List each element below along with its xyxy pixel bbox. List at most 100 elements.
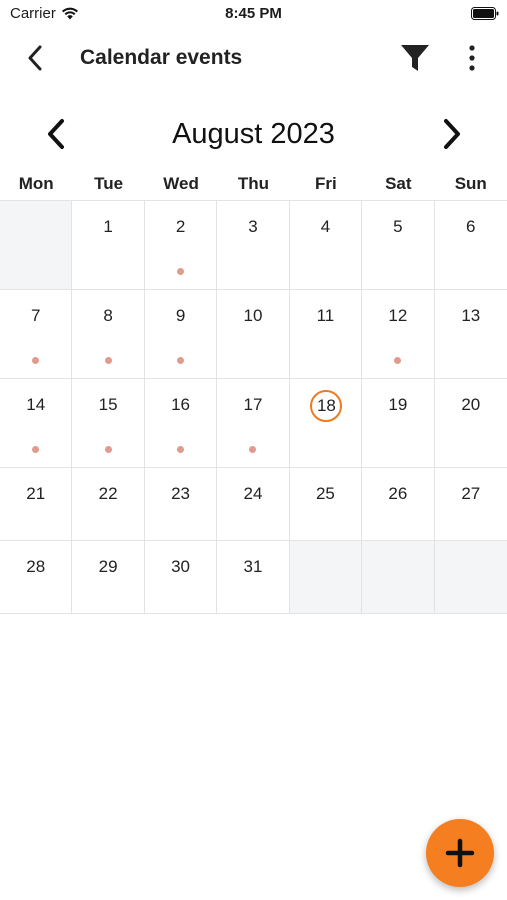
day-number: 10	[243, 306, 263, 325]
calendar-day-cell[interactable]: 11	[289, 290, 363, 379]
plus-icon	[445, 838, 475, 868]
today-day-number: 18	[310, 390, 343, 422]
weekday-label: Tue	[94, 174, 124, 193]
calendar-day-cell[interactable]: 19	[362, 379, 435, 468]
day-number: 16	[171, 395, 191, 414]
calendar-day-cell[interactable]: 24	[217, 468, 290, 541]
calendar-empty-cell	[434, 541, 507, 614]
back-button[interactable]	[20, 42, 50, 74]
calendar-day-cell[interactable]: 5	[362, 201, 435, 290]
day-number: 19	[388, 395, 408, 414]
filter-icon	[401, 45, 429, 71]
day-number: 13	[461, 306, 481, 325]
calendar-day-cell[interactable]: 22	[72, 468, 145, 541]
calendar-day-cell[interactable]: 23	[144, 468, 218, 541]
month-header: August 2023	[0, 110, 507, 162]
calendar-day-cell[interactable]: 2	[144, 201, 218, 290]
event-indicator-dot	[32, 446, 40, 453]
weekday-label: Sun	[454, 174, 487, 193]
day-number: 26	[388, 484, 408, 503]
day-number: 27	[461, 484, 481, 503]
weekday-label: Sat	[385, 174, 412, 193]
weekday-label: Wed	[163, 174, 199, 193]
calendar-day-cell[interactable]: 6	[434, 201, 507, 290]
add-event-button[interactable]	[426, 819, 494, 887]
status-time: 8:45 PM	[225, 5, 282, 22]
calendar-grid: 1 2 3 4 5 6 7 8 9 10 11 12 13 14 15 16 17 18 19 20 21 22 23 24 2…	[0, 200, 507, 614]
event-indicator-dot	[249, 446, 257, 453]
chevron-right-icon	[444, 119, 460, 149]
day-number: 31	[243, 557, 263, 576]
calendar-empty-cell	[362, 541, 435, 614]
calendar-day-cell[interactable]: 16	[144, 379, 218, 468]
more-vertical-icon	[469, 45, 475, 71]
calendar-day-cell[interactable]: 8	[72, 290, 145, 379]
day-number: 2	[175, 217, 186, 236]
day-number: 7	[30, 306, 41, 325]
day-number: 14	[26, 395, 46, 414]
event-indicator-dot	[104, 357, 112, 364]
next-month-button[interactable]	[434, 112, 470, 156]
calendar-day-cell[interactable]: 3	[217, 201, 290, 290]
calendar-day-cell[interactable]: 13	[434, 290, 507, 379]
calendar-day-cell[interactable]: 29	[72, 541, 145, 614]
calendar-day-cell[interactable]: 26	[362, 468, 435, 541]
calendar-empty-cell	[0, 201, 73, 290]
more-options-button[interactable]	[460, 40, 484, 76]
calendar-day-cell[interactable]: 27	[434, 468, 507, 541]
day-number: 20	[461, 395, 481, 414]
event-indicator-dot	[394, 357, 402, 364]
calendar-day-cell[interactable]: 17	[217, 379, 290, 468]
calendar-day-cell[interactable]: 14	[0, 379, 73, 468]
event-indicator-dot	[177, 446, 185, 453]
day-number: 1	[103, 217, 113, 236]
month-title: August 2023	[172, 118, 335, 150]
day-number: 17	[243, 395, 263, 414]
day-number: 3	[248, 217, 258, 236]
day-number: 28	[26, 557, 46, 576]
calendar-day-cell[interactable]: 12	[362, 290, 435, 379]
weekday-label: Mon	[18, 174, 54, 193]
weekday-label: Thu	[237, 174, 270, 193]
status-bar: Carrier 8:45 PM	[0, 0, 507, 28]
calendar-day-cell[interactable]: 18	[289, 379, 363, 468]
day-number: 15	[98, 395, 118, 414]
calendar-day-cell[interactable]: 1	[72, 201, 145, 290]
calendar-day-cell[interactable]: 21	[0, 468, 73, 541]
weekday-label: Fri	[315, 174, 337, 193]
day-number: 5	[393, 217, 403, 236]
day-number: 8	[103, 306, 113, 325]
calendar-day-cell[interactable]: 4	[289, 201, 363, 290]
battery-icon	[471, 7, 499, 20]
day-number: 6	[466, 217, 476, 236]
event-indicator-dot	[177, 268, 185, 275]
calendar-day-cell[interactable]: 20	[434, 379, 507, 468]
day-number: 25	[315, 484, 335, 503]
day-number: 9	[175, 306, 186, 325]
day-number: 11	[316, 306, 335, 325]
calendar-day-cell[interactable]: 30	[144, 541, 218, 614]
calendar-day-cell[interactable]: 10	[217, 290, 290, 379]
calendar-day-cell[interactable]: 7	[0, 290, 73, 379]
day-number: 21	[26, 484, 46, 503]
calendar-empty-cell	[289, 541, 363, 614]
day-number: 29	[98, 557, 118, 576]
day-number: 4	[320, 217, 331, 236]
day-number: 24	[243, 484, 263, 503]
calendar-day-cell[interactable]: 31	[217, 541, 290, 614]
event-indicator-dot	[32, 357, 40, 364]
day-number: 12	[388, 306, 408, 325]
page-title: Calendar events	[80, 46, 243, 69]
calendar-day-cell[interactable]: 28	[0, 541, 73, 614]
calendar-day-cell[interactable]: 15	[72, 379, 145, 468]
calendar-day-cell[interactable]: 25	[289, 468, 363, 541]
event-indicator-dot	[104, 446, 112, 453]
event-indicator-dot	[177, 357, 185, 364]
day-number: 23	[171, 484, 191, 503]
filter-button[interactable]	[395, 40, 435, 76]
day-number: 22	[98, 484, 118, 503]
nav-bar: Calendar events	[0, 28, 507, 88]
weekday-header: Mon Tue Wed Thu Fri Sat Sun	[0, 170, 507, 198]
calendar-day-cell[interactable]: 9	[144, 290, 218, 379]
day-number: 30	[171, 557, 191, 576]
